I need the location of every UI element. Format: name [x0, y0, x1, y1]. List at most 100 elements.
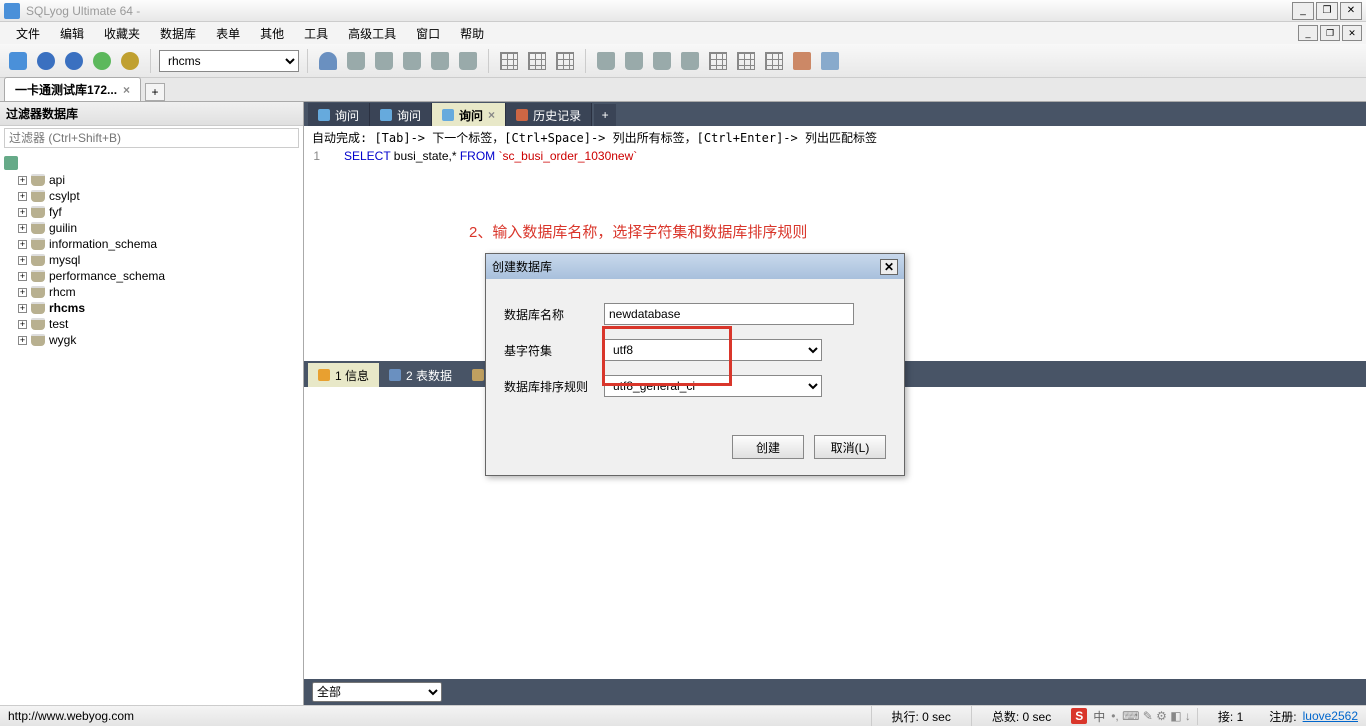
status-exec-time: 执行: 0 sec — [871, 706, 971, 726]
close-tab-icon[interactable]: × — [123, 83, 130, 97]
schema-sync-button[interactable] — [650, 49, 674, 73]
data-sync-button[interactable] — [678, 49, 702, 73]
tree-item-rhcm[interactable]: +rhcm — [4, 284, 299, 300]
result-filter-select[interactable]: 全部 — [312, 682, 442, 702]
menu-tools[interactable]: 工具 — [296, 23, 336, 44]
tree-item-guilin[interactable]: +guilin — [4, 220, 299, 236]
menu-help[interactable]: 帮助 — [452, 23, 492, 44]
table-button[interactable] — [497, 49, 521, 73]
menu-favorites[interactable]: 收藏夹 — [96, 23, 148, 44]
expand-icon[interactable]: + — [18, 240, 27, 249]
expand-icon[interactable]: + — [18, 336, 27, 345]
menu-file[interactable]: 文件 — [8, 23, 48, 44]
ime-lang[interactable]: 中 — [1093, 708, 1105, 725]
stop-button[interactable] — [118, 49, 142, 73]
query-tab-2[interactable]: 询问 — [370, 103, 432, 128]
expand-icon[interactable]: + — [18, 320, 27, 329]
db-copy-button[interactable] — [372, 49, 396, 73]
new-connection-button[interactable] — [6, 49, 30, 73]
autocomplete-button[interactable] — [818, 49, 842, 73]
status-connections: 接: 1 — [1197, 708, 1263, 725]
charset-label: 基字符集 — [504, 342, 604, 359]
db-label: csylpt — [49, 189, 80, 203]
refresh-button[interactable] — [90, 49, 114, 73]
menu-advtools[interactable]: 高级工具 — [340, 23, 404, 44]
tree-item-test[interactable]: +test — [4, 316, 299, 332]
run-all-button[interactable] — [62, 49, 86, 73]
add-connection-button[interactable]: + — [145, 83, 165, 101]
dialog-row-name: 数据库名称 — [504, 303, 886, 325]
db-label: rhcms — [49, 301, 85, 315]
menu-table[interactable]: 表单 — [208, 23, 248, 44]
expand-icon[interactable]: + — [18, 256, 27, 265]
expand-icon[interactable]: + — [18, 272, 27, 281]
tree-item-wygk[interactable]: +wygk — [4, 332, 299, 348]
query-tab-3[interactable]: 询问× — [432, 103, 506, 128]
tree-item-mysql[interactable]: +mysql — [4, 252, 299, 268]
result-tab-info[interactable]: 1 信息 — [308, 363, 379, 388]
dialog-titlebar[interactable]: 创建数据库 ✕ — [486, 254, 904, 279]
expand-icon[interactable]: + — [18, 192, 27, 201]
menu-edit[interactable]: 编辑 — [52, 23, 92, 44]
db-export-button[interactable] — [428, 49, 452, 73]
child-close-button[interactable]: ✕ — [1342, 25, 1362, 41]
expand-icon[interactable]: + — [18, 224, 27, 233]
close-tab-icon[interactable]: × — [488, 108, 495, 122]
ime-icon[interactable]: S — [1071, 708, 1087, 724]
db-new-button[interactable] — [344, 49, 368, 73]
result-tab-data[interactable]: 2 表数据 — [379, 363, 462, 388]
schema-designer-button[interactable] — [762, 49, 786, 73]
stop-icon — [121, 52, 139, 70]
child-maximize-button[interactable]: ❐ — [1320, 25, 1340, 41]
db-sync-button[interactable] — [400, 49, 424, 73]
table-index-button[interactable] — [553, 49, 577, 73]
restore-button[interactable] — [622, 49, 646, 73]
user-button[interactable] — [316, 49, 340, 73]
database-name-input[interactable] — [604, 303, 854, 325]
create-button[interactable]: 创建 — [732, 435, 804, 459]
table-edit-button[interactable] — [525, 49, 549, 73]
connection-tab[interactable]: 一卡通测试库172... × — [4, 77, 141, 101]
database-icon — [31, 222, 45, 234]
editor-code[interactable]: SELECT busi_state,* FROM `sc_busi_order_… — [324, 149, 637, 163]
minimize-button[interactable]: _ — [1292, 2, 1314, 20]
tree-item-fyf[interactable]: +fyf — [4, 204, 299, 220]
backup-button[interactable] — [594, 49, 618, 73]
tree-item-api[interactable]: +api — [4, 172, 299, 188]
reg-user-link[interactable]: luove2562 — [1303, 709, 1358, 723]
cancel-button[interactable]: 取消(L) — [814, 435, 886, 459]
tree-item-information-schema[interactable]: +information_schema — [4, 236, 299, 252]
separator — [150, 49, 151, 73]
database-export-icon — [431, 52, 449, 70]
filter-input[interactable] — [4, 128, 299, 148]
collation-select[interactable]: utf8_general_ci — [604, 375, 822, 397]
db-import-button[interactable] — [456, 49, 480, 73]
result-tab-label: 2 表数据 — [406, 367, 452, 384]
dialog-close-button[interactable]: ✕ — [880, 259, 898, 275]
schedule-button[interactable] — [706, 49, 730, 73]
expand-icon[interactable]: + — [18, 288, 27, 297]
expand-icon[interactable]: + — [18, 208, 27, 217]
tree-root[interactable] — [4, 154, 299, 172]
history-tab[interactable]: 历史记录 — [506, 103, 592, 128]
format-button[interactable] — [790, 49, 814, 73]
query-tab-1[interactable]: 询问 — [308, 103, 370, 128]
query-builder-button[interactable] — [734, 49, 758, 73]
tree-item-performance-schema[interactable]: +performance_schema — [4, 268, 299, 284]
tree-item-csylpt[interactable]: + csylpt — [4, 188, 299, 204]
add-query-tab-button[interactable]: + — [594, 104, 616, 126]
database-selector[interactable]: rhcms — [159, 50, 299, 72]
close-button[interactable]: ✕ — [1340, 2, 1362, 20]
child-minimize-button[interactable]: _ — [1298, 25, 1318, 41]
maximize-button[interactable]: ❐ — [1316, 2, 1338, 20]
charset-select[interactable]: utf8 — [604, 339, 822, 361]
menu-other[interactable]: 其他 — [252, 23, 292, 44]
expand-icon[interactable]: + — [18, 176, 27, 185]
expand-icon[interactable]: + — [18, 304, 27, 313]
tree-item-rhcms[interactable]: + rhcms — [4, 300, 299, 316]
run-query-button[interactable] — [34, 49, 58, 73]
code-table: `sc_busi_order_1030new` — [495, 149, 637, 163]
menu-window[interactable]: 窗口 — [408, 23, 448, 44]
info-icon — [318, 369, 330, 381]
menu-database[interactable]: 数据库 — [152, 23, 204, 44]
